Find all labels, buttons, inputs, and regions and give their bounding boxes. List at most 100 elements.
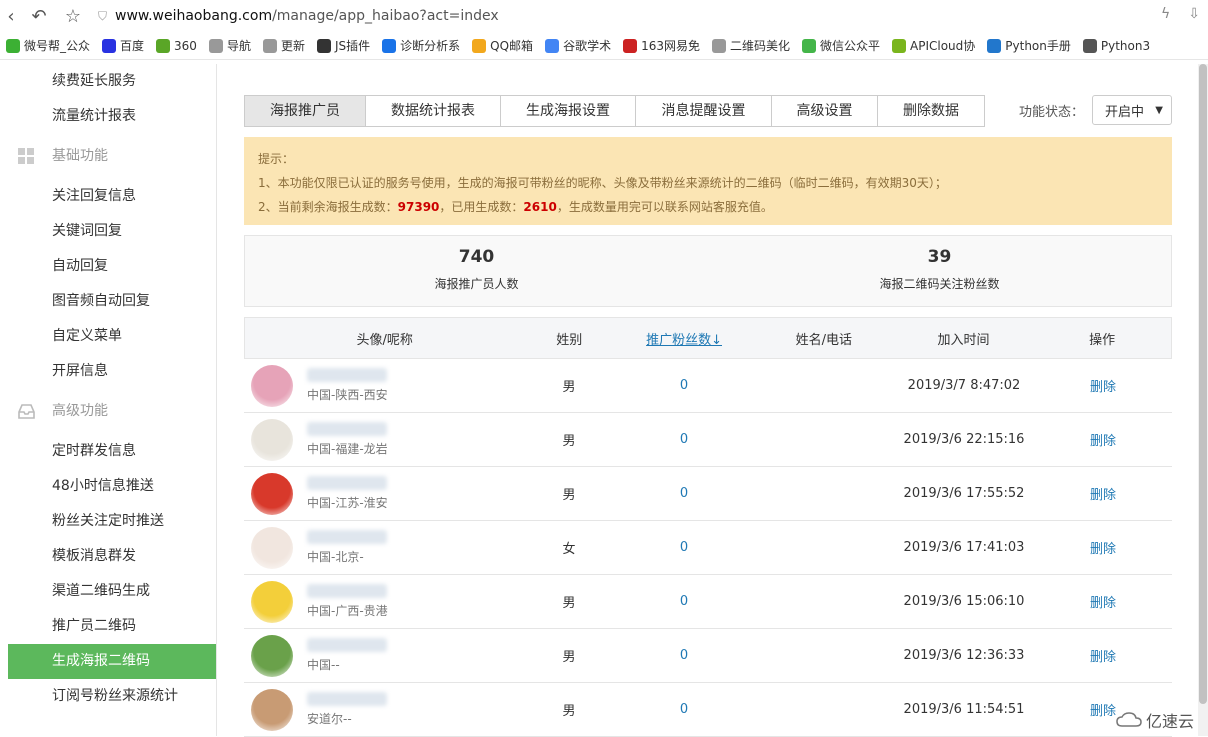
avatar (251, 419, 293, 461)
sidebar-item[interactable]: 流量统计报表 (8, 99, 216, 134)
bookmark-icon (1083, 39, 1097, 53)
shield-icon: ⛉ (98, 9, 107, 24)
header-action: 操作 (1033, 329, 1171, 348)
tab-0[interactable]: 海报推广员 (244, 95, 366, 127)
header-fans-sort[interactable]: 推广粉丝数↓ (614, 329, 754, 348)
bookmark-label: 360 (174, 39, 197, 53)
bookmark-label: 谷歌学术 (563, 37, 611, 54)
bookmark-label: 更新 (281, 37, 305, 54)
main-content: 海报推广员数据统计报表生成海报设置消息提醒设置高级设置删除数据 功能状态： 开启… (244, 64, 1172, 736)
tab-3[interactable]: 消息提醒设置 (636, 95, 772, 127)
undo-icon[interactable]: ↶ (28, 5, 50, 27)
sidebar-item[interactable]: 生成海报二维码 (8, 644, 216, 679)
sidebar-item[interactable]: 定时群发信息 (8, 434, 216, 469)
scrollbar-thumb[interactable] (1199, 64, 1207, 704)
delete-link[interactable]: 删除 (1034, 646, 1172, 665)
location: 安道尔-- (307, 710, 387, 727)
header-name-phone: 姓名/电话 (754, 329, 894, 348)
bookmark-icon (317, 39, 331, 53)
bookmark-item[interactable]: 百度 (102, 37, 144, 54)
back-icon[interactable]: ‹ (0, 5, 22, 27)
url-field[interactable]: ⛉ www.weihaobang.com /manage/app_haibao?… (98, 8, 499, 24)
sidebar-item[interactable]: 自定义菜单 (8, 319, 216, 354)
nickname-blurred (307, 638, 387, 652)
bookmark-label: 诊断分析系 (400, 37, 460, 54)
bookmark-label: APICloud协 (910, 37, 975, 54)
url-host: www.weihaobang.com (115, 8, 272, 24)
tip-line-2: 2、当前剩余海报生成数：97390，已用生成数：2610，生成数量用完可以联系网… (258, 195, 1158, 219)
bookmark-item[interactable]: 导航 (209, 37, 251, 54)
bookmark-item[interactable]: APICloud协 (892, 37, 975, 54)
lightning-icon[interactable]: ϟ (1161, 6, 1170, 22)
fans-count: 0 (614, 648, 754, 663)
tab-4[interactable]: 高级设置 (772, 95, 878, 127)
bookmark-item[interactable]: 微信公众平 (802, 37, 880, 54)
bookmark-item[interactable]: 更新 (263, 37, 305, 54)
bookmark-item[interactable]: 谷歌学术 (545, 37, 611, 54)
status-value: 开启中 (1105, 101, 1144, 120)
sidebar-item[interactable]: 粉丝关注定时推送 (8, 504, 216, 539)
cloud-logo-icon (1116, 712, 1142, 728)
status-label: 功能状态： (1019, 101, 1084, 120)
sidebar-item[interactable]: 开屏信息 (8, 354, 216, 389)
bookmark-item[interactable]: Python手册 (987, 37, 1071, 54)
join-time: 2019/3/6 17:41:03 (894, 540, 1034, 555)
delete-link[interactable]: 删除 (1034, 376, 1172, 395)
join-time: 2019/3/6 11:54:51 (894, 702, 1034, 717)
nickname-blurred (307, 584, 387, 598)
fans-count: 0 (614, 486, 754, 501)
bookmark-label: Python手册 (1005, 37, 1071, 54)
function-status: 功能状态： 开启中 ▼ (1019, 95, 1172, 125)
bookmark-item[interactable]: QQ邮箱 (472, 37, 533, 54)
bookmark-item[interactable]: 360 (156, 39, 197, 53)
table-row: 安道尔--男02019/3/6 11:54:51删除 (244, 683, 1172, 737)
sidebar-item[interactable]: 关注回复信息 (8, 179, 216, 214)
bookmark-item[interactable]: 诊断分析系 (382, 37, 460, 54)
sidebar-item[interactable]: 渠道二维码生成 (8, 574, 216, 609)
menu-icon[interactable]: ⇩ (1188, 6, 1200, 22)
star-icon[interactable]: ☆ (62, 5, 84, 27)
delete-link[interactable]: 删除 (1034, 592, 1172, 611)
location: 中国-北京- (307, 548, 387, 565)
bookmark-icon (156, 39, 170, 53)
grid-icon (18, 148, 35, 165)
delete-link[interactable]: 删除 (1034, 484, 1172, 503)
scrollbar[interactable] (1198, 64, 1208, 736)
tab-1[interactable]: 数据统计报表 (366, 95, 501, 127)
bookmark-label: Python3 (1101, 39, 1150, 53)
bookmark-item[interactable]: 二维码美化 (712, 37, 790, 54)
bookmark-icon (712, 39, 726, 53)
used-count: 2610 (523, 200, 556, 214)
status-select[interactable]: 开启中 ▼ (1092, 95, 1172, 125)
join-time: 2019/3/7 8:47:02 (894, 378, 1034, 393)
bookmarks-bar: 微号帮_公众百度 360 导航 更新 JS插件 诊断分析系 QQ邮箱 谷歌学术 163网易免二维… (0, 32, 1208, 60)
delete-link[interactable]: 删除 (1034, 430, 1172, 449)
delete-link[interactable]: 删除 (1034, 538, 1172, 557)
bookmark-icon (6, 39, 20, 53)
sidebar-item[interactable]: 模板消息群发 (8, 539, 216, 574)
bookmark-item[interactable]: 163网易免 (623, 37, 700, 54)
tab-2[interactable]: 生成海报设置 (501, 95, 636, 127)
sidebar-group-title: 高级功能 (52, 403, 108, 419)
sidebar-item[interactable]: 关键词回复 (8, 214, 216, 249)
sidebar-item[interactable]: 图音频自动回复 (8, 284, 216, 319)
bookmark-item[interactable]: Python3 (1083, 39, 1150, 53)
stat-promoters: 740 海报推广员人数 (245, 236, 708, 306)
bookmark-label: JS插件 (335, 37, 370, 54)
bookmark-item[interactable]: 微号帮_公众 (6, 37, 90, 54)
bookmark-item[interactable]: JS插件 (317, 37, 370, 54)
sidebar-item[interactable]: 自动回复 (8, 249, 216, 284)
sidebar-item[interactable]: 订阅号粉丝来源统计 (8, 679, 216, 714)
sidebar-item[interactable]: 48小时信息推送 (8, 469, 216, 504)
nickname-blurred (307, 530, 387, 544)
stat-label: 海报推广员人数 (245, 275, 708, 292)
avatar-cell: 安道尔-- (244, 689, 524, 731)
gender: 男 (524, 700, 614, 719)
sidebar-item[interactable]: 推广员二维码 (8, 609, 216, 644)
stat-fans: 39 海报二维码关注粉丝数 (708, 236, 1171, 306)
sidebar-item[interactable]: 续费延长服务 (8, 64, 216, 99)
gender: 男 (524, 646, 614, 665)
tab-5[interactable]: 删除数据 (878, 95, 985, 127)
avatar (251, 527, 293, 569)
avatar (251, 581, 293, 623)
